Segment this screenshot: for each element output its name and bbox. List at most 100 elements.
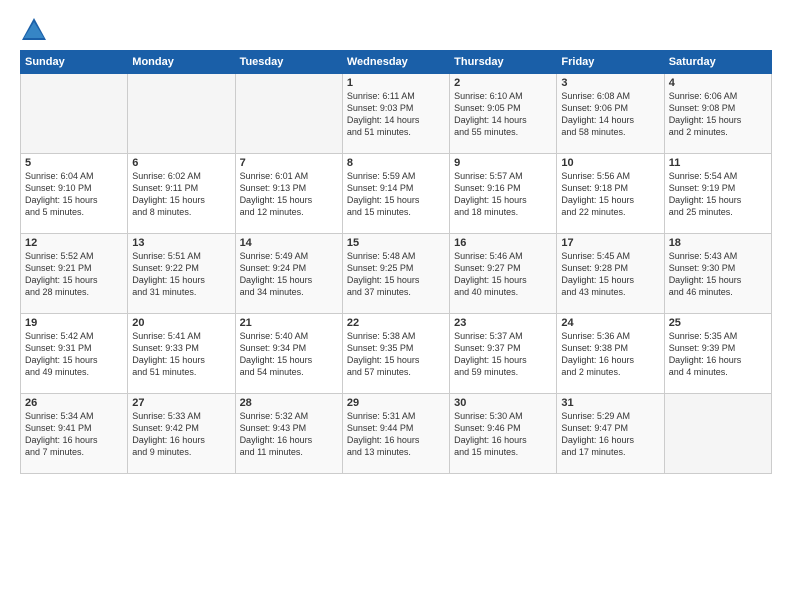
day-number: 2 <box>454 77 552 89</box>
weekday-monday: Monday <box>128 51 235 74</box>
cell-content: Sunrise: 5:46 AM Sunset: 9:27 PM Dayligh… <box>454 250 552 299</box>
cell-content: Sunrise: 5:49 AM Sunset: 9:24 PM Dayligh… <box>240 250 338 299</box>
calendar-cell: 4Sunrise: 6:06 AM Sunset: 9:08 PM Daylig… <box>664 74 771 154</box>
calendar-cell: 20Sunrise: 5:41 AM Sunset: 9:33 PM Dayli… <box>128 314 235 394</box>
cell-content: Sunrise: 5:31 AM Sunset: 9:44 PM Dayligh… <box>347 410 445 459</box>
calendar-cell: 21Sunrise: 5:40 AM Sunset: 9:34 PM Dayli… <box>235 314 342 394</box>
calendar-cell: 17Sunrise: 5:45 AM Sunset: 9:28 PM Dayli… <box>557 234 664 314</box>
week-row-5: 26Sunrise: 5:34 AM Sunset: 9:41 PM Dayli… <box>21 394 772 474</box>
day-number: 23 <box>454 317 552 329</box>
calendar-cell: 27Sunrise: 5:33 AM Sunset: 9:42 PM Dayli… <box>128 394 235 474</box>
weekday-thursday: Thursday <box>450 51 557 74</box>
calendar-cell: 7Sunrise: 6:01 AM Sunset: 9:13 PM Daylig… <box>235 154 342 234</box>
cell-content: Sunrise: 5:40 AM Sunset: 9:34 PM Dayligh… <box>240 330 338 379</box>
day-number: 30 <box>454 397 552 409</box>
day-number: 27 <box>132 397 230 409</box>
week-row-4: 19Sunrise: 5:42 AM Sunset: 9:31 PM Dayli… <box>21 314 772 394</box>
day-number: 26 <box>25 397 123 409</box>
calendar-cell: 29Sunrise: 5:31 AM Sunset: 9:44 PM Dayli… <box>342 394 449 474</box>
day-number: 9 <box>454 157 552 169</box>
logo <box>20 16 52 44</box>
day-number: 12 <box>25 237 123 249</box>
cell-content: Sunrise: 6:04 AM Sunset: 9:10 PM Dayligh… <box>25 170 123 219</box>
day-number: 17 <box>561 237 659 249</box>
day-number: 31 <box>561 397 659 409</box>
cell-content: Sunrise: 5:51 AM Sunset: 9:22 PM Dayligh… <box>132 250 230 299</box>
page: SundayMondayTuesdayWednesdayThursdayFrid… <box>0 0 792 612</box>
cell-content: Sunrise: 5:43 AM Sunset: 9:30 PM Dayligh… <box>669 250 767 299</box>
cell-content: Sunrise: 6:01 AM Sunset: 9:13 PM Dayligh… <box>240 170 338 219</box>
calendar-cell: 11Sunrise: 5:54 AM Sunset: 9:19 PM Dayli… <box>664 154 771 234</box>
cell-content: Sunrise: 5:45 AM Sunset: 9:28 PM Dayligh… <box>561 250 659 299</box>
day-number: 1 <box>347 77 445 89</box>
day-number: 5 <box>25 157 123 169</box>
cell-content: Sunrise: 5:36 AM Sunset: 9:38 PM Dayligh… <box>561 330 659 379</box>
cell-content: Sunrise: 5:35 AM Sunset: 9:39 PM Dayligh… <box>669 330 767 379</box>
cell-content: Sunrise: 6:10 AM Sunset: 9:05 PM Dayligh… <box>454 90 552 139</box>
calendar-cell: 8Sunrise: 5:59 AM Sunset: 9:14 PM Daylig… <box>342 154 449 234</box>
calendar-cell: 9Sunrise: 5:57 AM Sunset: 9:16 PM Daylig… <box>450 154 557 234</box>
week-row-3: 12Sunrise: 5:52 AM Sunset: 9:21 PM Dayli… <box>21 234 772 314</box>
day-number: 22 <box>347 317 445 329</box>
day-number: 20 <box>132 317 230 329</box>
calendar-cell <box>21 74 128 154</box>
calendar-cell: 5Sunrise: 6:04 AM Sunset: 9:10 PM Daylig… <box>21 154 128 234</box>
day-number: 6 <box>132 157 230 169</box>
calendar-cell: 1Sunrise: 6:11 AM Sunset: 9:03 PM Daylig… <box>342 74 449 154</box>
day-number: 29 <box>347 397 445 409</box>
day-number: 15 <box>347 237 445 249</box>
calendar-cell <box>664 394 771 474</box>
calendar-cell: 15Sunrise: 5:48 AM Sunset: 9:25 PM Dayli… <box>342 234 449 314</box>
cell-content: Sunrise: 5:52 AM Sunset: 9:21 PM Dayligh… <box>25 250 123 299</box>
cell-content: Sunrise: 5:54 AM Sunset: 9:19 PM Dayligh… <box>669 170 767 219</box>
calendar-cell: 30Sunrise: 5:30 AM Sunset: 9:46 PM Dayli… <box>450 394 557 474</box>
cell-content: Sunrise: 6:08 AM Sunset: 9:06 PM Dayligh… <box>561 90 659 139</box>
week-row-2: 5Sunrise: 6:04 AM Sunset: 9:10 PM Daylig… <box>21 154 772 234</box>
cell-content: Sunrise: 5:38 AM Sunset: 9:35 PM Dayligh… <box>347 330 445 379</box>
cell-content: Sunrise: 6:11 AM Sunset: 9:03 PM Dayligh… <box>347 90 445 139</box>
calendar-cell <box>235 74 342 154</box>
cell-content: Sunrise: 5:32 AM Sunset: 9:43 PM Dayligh… <box>240 410 338 459</box>
calendar-cell: 18Sunrise: 5:43 AM Sunset: 9:30 PM Dayli… <box>664 234 771 314</box>
day-number: 4 <box>669 77 767 89</box>
cell-content: Sunrise: 5:57 AM Sunset: 9:16 PM Dayligh… <box>454 170 552 219</box>
weekday-friday: Friday <box>557 51 664 74</box>
calendar-cell: 12Sunrise: 5:52 AM Sunset: 9:21 PM Dayli… <box>21 234 128 314</box>
calendar-cell: 2Sunrise: 6:10 AM Sunset: 9:05 PM Daylig… <box>450 74 557 154</box>
day-number: 14 <box>240 237 338 249</box>
cell-content: Sunrise: 5:56 AM Sunset: 9:18 PM Dayligh… <box>561 170 659 219</box>
calendar-cell: 13Sunrise: 5:51 AM Sunset: 9:22 PM Dayli… <box>128 234 235 314</box>
cell-content: Sunrise: 5:34 AM Sunset: 9:41 PM Dayligh… <box>25 410 123 459</box>
calendar-cell: 22Sunrise: 5:38 AM Sunset: 9:35 PM Dayli… <box>342 314 449 394</box>
calendar-cell: 26Sunrise: 5:34 AM Sunset: 9:41 PM Dayli… <box>21 394 128 474</box>
calendar-cell: 16Sunrise: 5:46 AM Sunset: 9:27 PM Dayli… <box>450 234 557 314</box>
weekday-tuesday: Tuesday <box>235 51 342 74</box>
calendar-cell: 23Sunrise: 5:37 AM Sunset: 9:37 PM Dayli… <box>450 314 557 394</box>
day-number: 25 <box>669 317 767 329</box>
calendar-cell: 24Sunrise: 5:36 AM Sunset: 9:38 PM Dayli… <box>557 314 664 394</box>
day-number: 11 <box>669 157 767 169</box>
cell-content: Sunrise: 5:48 AM Sunset: 9:25 PM Dayligh… <box>347 250 445 299</box>
weekday-saturday: Saturday <box>664 51 771 74</box>
calendar-cell: 25Sunrise: 5:35 AM Sunset: 9:39 PM Dayli… <box>664 314 771 394</box>
cell-content: Sunrise: 5:37 AM Sunset: 9:37 PM Dayligh… <box>454 330 552 379</box>
day-number: 16 <box>454 237 552 249</box>
calendar-cell: 6Sunrise: 6:02 AM Sunset: 9:11 PM Daylig… <box>128 154 235 234</box>
day-number: 8 <box>347 157 445 169</box>
day-number: 3 <box>561 77 659 89</box>
calendar: SundayMondayTuesdayWednesdayThursdayFrid… <box>20 50 772 474</box>
calendar-cell: 3Sunrise: 6:08 AM Sunset: 9:06 PM Daylig… <box>557 74 664 154</box>
day-number: 24 <box>561 317 659 329</box>
day-number: 13 <box>132 237 230 249</box>
cell-content: Sunrise: 5:33 AM Sunset: 9:42 PM Dayligh… <box>132 410 230 459</box>
weekday-header-row: SundayMondayTuesdayWednesdayThursdayFrid… <box>21 51 772 74</box>
day-number: 28 <box>240 397 338 409</box>
calendar-cell: 10Sunrise: 5:56 AM Sunset: 9:18 PM Dayli… <box>557 154 664 234</box>
calendar-cell: 28Sunrise: 5:32 AM Sunset: 9:43 PM Dayli… <box>235 394 342 474</box>
cell-content: Sunrise: 6:02 AM Sunset: 9:11 PM Dayligh… <box>132 170 230 219</box>
day-number: 19 <box>25 317 123 329</box>
weekday-wednesday: Wednesday <box>342 51 449 74</box>
day-number: 18 <box>669 237 767 249</box>
day-number: 10 <box>561 157 659 169</box>
calendar-cell: 14Sunrise: 5:49 AM Sunset: 9:24 PM Dayli… <box>235 234 342 314</box>
